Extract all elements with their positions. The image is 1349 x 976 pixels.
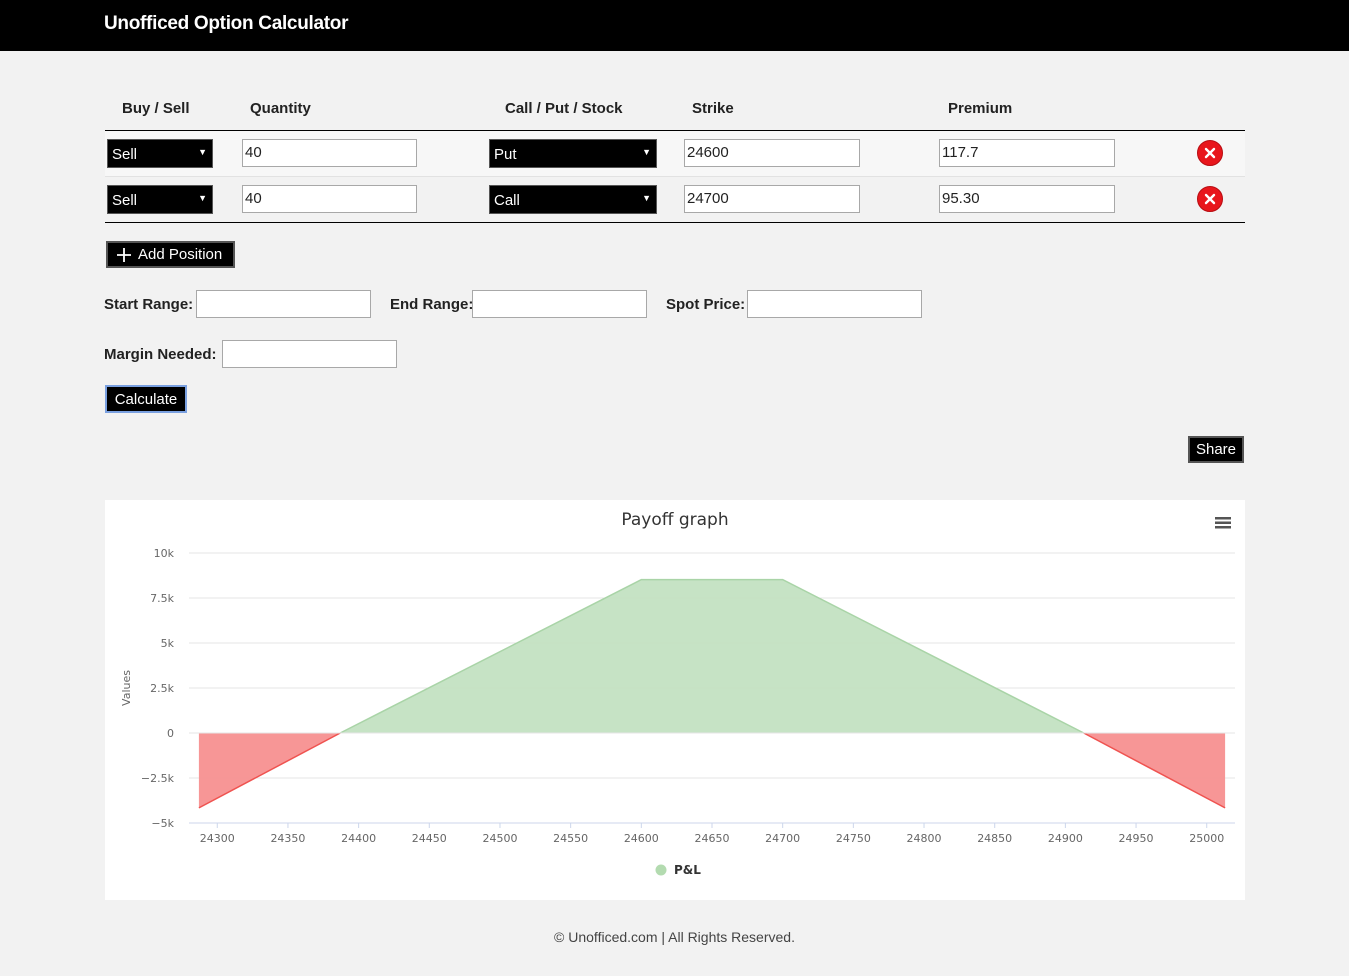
header-quantity: Quantity <box>250 100 311 117</box>
legend-dot <box>655 864 667 876</box>
margin-needed-label: Margin Needed: <box>104 346 217 363</box>
y-tick-label: 10k <box>154 547 175 560</box>
row2-side-select[interactable]: Sell ▼ <box>107 185 213 214</box>
y-axis-title: Values <box>120 670 133 706</box>
row1-strike-input[interactable]: 24600 <box>684 139 860 167</box>
header-buy-sell: Buy / Sell <box>122 100 190 117</box>
row2-remove-button[interactable] <box>1197 186 1223 212</box>
y-tick-label: −5k <box>151 817 174 830</box>
caret-down-icon: ▼ <box>198 193 207 203</box>
row1-type-value: Put <box>494 146 517 163</box>
row2-quantity-input[interactable]: 40 <box>242 185 417 213</box>
y-tick-label: 0 <box>167 727 174 740</box>
spot-price-input[interactable] <box>747 290 922 318</box>
x-tick-label: 24700 <box>765 832 800 845</box>
row2-type-select[interactable]: Call ▼ <box>489 185 657 214</box>
header-premium: Premium <box>948 100 1013 117</box>
legend-label: P&L <box>674 863 701 877</box>
row1-quantity-input[interactable]: 40 <box>242 139 417 167</box>
chart-menu-icon[interactable] <box>1215 517 1231 529</box>
x-tick-label: 24500 <box>482 832 517 845</box>
row1-remove-button[interactable] <box>1197 140 1223 166</box>
x-tick-label: 24850 <box>977 832 1012 845</box>
top-bar: Unofficed Option Calculator <box>0 0 1349 51</box>
payoff-chart: Payoff graph 10k 7.5k 5k 2.5k 0 −2.5k −5k 2430… <box>105 500 1245 900</box>
row1-side-select[interactable]: Sell ▼ <box>107 139 213 168</box>
x-tick-label: 24400 <box>341 832 376 845</box>
share-button[interactable]: Share <box>1188 436 1244 463</box>
x-tick-label: 24450 <box>412 832 447 845</box>
add-position-label: Add Position <box>138 246 223 263</box>
caret-down-icon: ▼ <box>642 193 651 203</box>
row2-strike-input[interactable]: 24700 <box>684 185 860 213</box>
profit-area <box>340 579 1084 733</box>
x-tick-label: 24650 <box>695 832 730 845</box>
payoff-chart-svg: Payoff graph 10k 7.5k 5k 2.5k 0 −2.5k −5k 2430… <box>120 510 1235 877</box>
start-range-label: Start Range: <box>104 296 194 313</box>
x-tick-label: 24750 <box>836 832 871 845</box>
calculate-button[interactable]: Calculate <box>105 385 187 413</box>
close-icon <box>1204 193 1216 205</box>
plus-icon <box>117 247 131 262</box>
chart-title: Payoff graph <box>621 510 728 530</box>
y-tick-label: −2.5k <box>141 772 175 785</box>
margin-needed-input[interactable] <box>222 340 397 368</box>
x-tick-label: 24550 <box>553 832 588 845</box>
row1-side-value: Sell <box>112 146 138 163</box>
add-position-button[interactable]: Add Position <box>106 241 235 268</box>
start-range-input[interactable] <box>196 290 371 318</box>
end-range-input[interactable] <box>472 290 647 318</box>
y-tick-label: 2.5k <box>150 682 174 695</box>
footer: © Unofficed.com | All Rights Reserved. <box>554 929 795 945</box>
row-separator <box>105 176 1245 177</box>
spot-price-label: Spot Price: <box>666 296 746 313</box>
header-type: Call / Put / Stock <box>505 100 623 117</box>
row1-type-select[interactable]: Put ▼ <box>489 139 657 168</box>
end-range-label: End Range: <box>390 296 474 313</box>
y-tick-label: 7.5k <box>150 592 174 605</box>
x-tick-label: 24300 <box>200 832 235 845</box>
row1-premium-input[interactable]: 117.7 <box>939 139 1115 167</box>
caret-down-icon: ▼ <box>642 147 651 157</box>
x-tick-label: 24800 <box>907 832 942 845</box>
row2-type-value: Call <box>494 192 520 209</box>
table-bottom-rule <box>105 222 1245 223</box>
row2-side-value: Sell <box>112 192 138 209</box>
app-title: Unofficed Option Calculator <box>104 13 349 34</box>
header-strike: Strike <box>692 100 734 117</box>
row2-premium-input[interactable]: 95.30 <box>939 185 1115 213</box>
chart-legend[interactable]: P&L <box>655 863 702 877</box>
close-icon <box>1204 147 1216 159</box>
x-tick-label: 24350 <box>270 832 305 845</box>
y-tick-label: 5k <box>161 637 175 650</box>
x-tick-label: 25000 <box>1189 832 1224 845</box>
x-tick-label: 24950 <box>1119 832 1154 845</box>
x-tick-label: 24600 <box>624 832 659 845</box>
x-tick-label: 24900 <box>1048 832 1083 845</box>
caret-down-icon: ▼ <box>198 147 207 157</box>
